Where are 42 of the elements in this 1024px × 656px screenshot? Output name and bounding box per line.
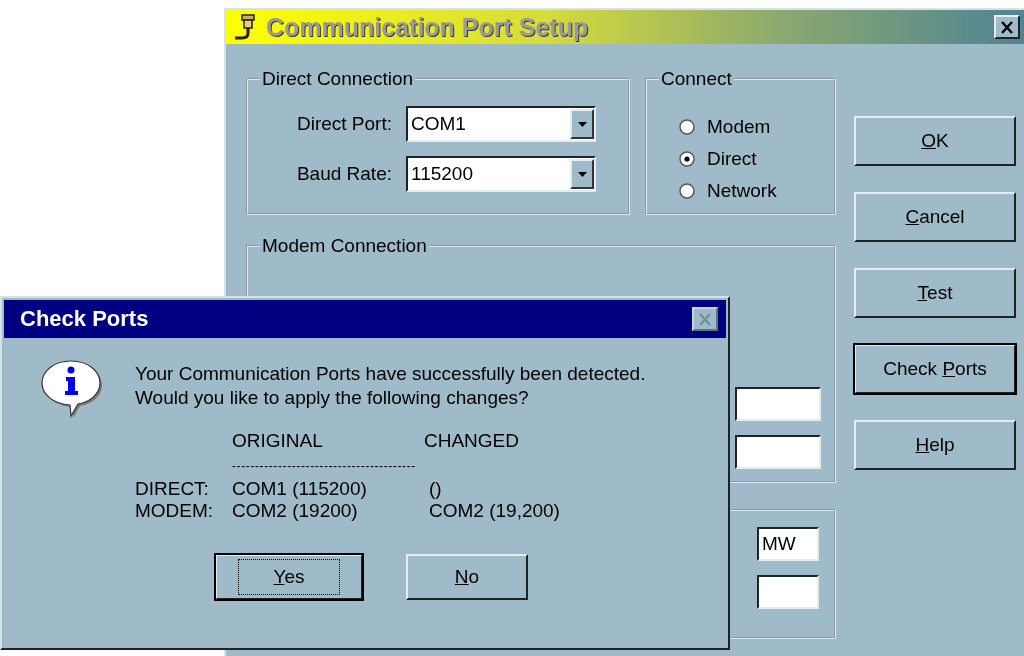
separator-line: ----------------------------------------	[232, 460, 416, 472]
close-button[interactable]	[994, 15, 1020, 39]
message-line: Would you like to apply the following changes?	[135, 386, 530, 410]
radio-button[interactable]	[679, 119, 695, 135]
radio-option[interactable]: Network	[679, 178, 834, 204]
close-icon	[698, 312, 712, 326]
dialog-button[interactable]: Help	[854, 420, 1016, 470]
dropdown-arrow-icon	[577, 121, 587, 127]
dialog-button[interactable]: Check Ports	[854, 344, 1016, 394]
row-label: MODEM:	[135, 500, 215, 522]
dialog-title: Check Ports	[20, 306, 150, 332]
text-field[interactable]	[735, 435, 821, 469]
group-title: Modem Connection	[261, 235, 428, 257]
dropdown-field[interactable]: COM1	[406, 106, 596, 142]
field-label: Direct Port:	[295, 113, 392, 135]
dialog-button[interactable]: Cancel	[854, 192, 1016, 242]
dialog-button[interactable]: No	[406, 554, 528, 600]
text-field[interactable]: MW	[757, 527, 819, 561]
group-title: Direct Connection	[261, 68, 415, 90]
window-title: Communication Port Setup	[266, 12, 590, 42]
dialog-button[interactable]: OK	[854, 116, 1016, 166]
dropdown-field[interactable]: 115200	[406, 156, 596, 192]
close-icon	[1000, 20, 1014, 34]
dialog-button[interactable]: Yes	[215, 554, 363, 600]
message-line: Your Communication Ports have successfully been detected.	[135, 362, 646, 386]
table-cell-text: COM1 (115200)	[232, 478, 368, 500]
radio-option[interactable]: Direct	[679, 146, 834, 172]
dropdown-arrow-icon	[577, 171, 587, 177]
table-cell-text: COM2 (19,200)	[428, 500, 561, 522]
column-header: ORIGINAL	[232, 430, 324, 452]
dialog-button[interactable]: Test	[854, 268, 1016, 318]
radio-option[interactable]: Modem	[679, 114, 834, 140]
radio-button[interactable]	[679, 183, 695, 199]
table-cell-text: ()	[428, 478, 443, 500]
table-cell-text: COM2 (19200)	[232, 500, 359, 522]
row-label: DIRECT:	[135, 478, 210, 500]
text-field[interactable]	[735, 387, 821, 421]
field-label: Baud Rate:	[295, 163, 392, 185]
text-field[interactable]	[757, 575, 819, 609]
group-title: Connect	[660, 68, 733, 90]
radio-button[interactable]	[679, 151, 695, 167]
column-header: CHANGED	[424, 430, 520, 452]
